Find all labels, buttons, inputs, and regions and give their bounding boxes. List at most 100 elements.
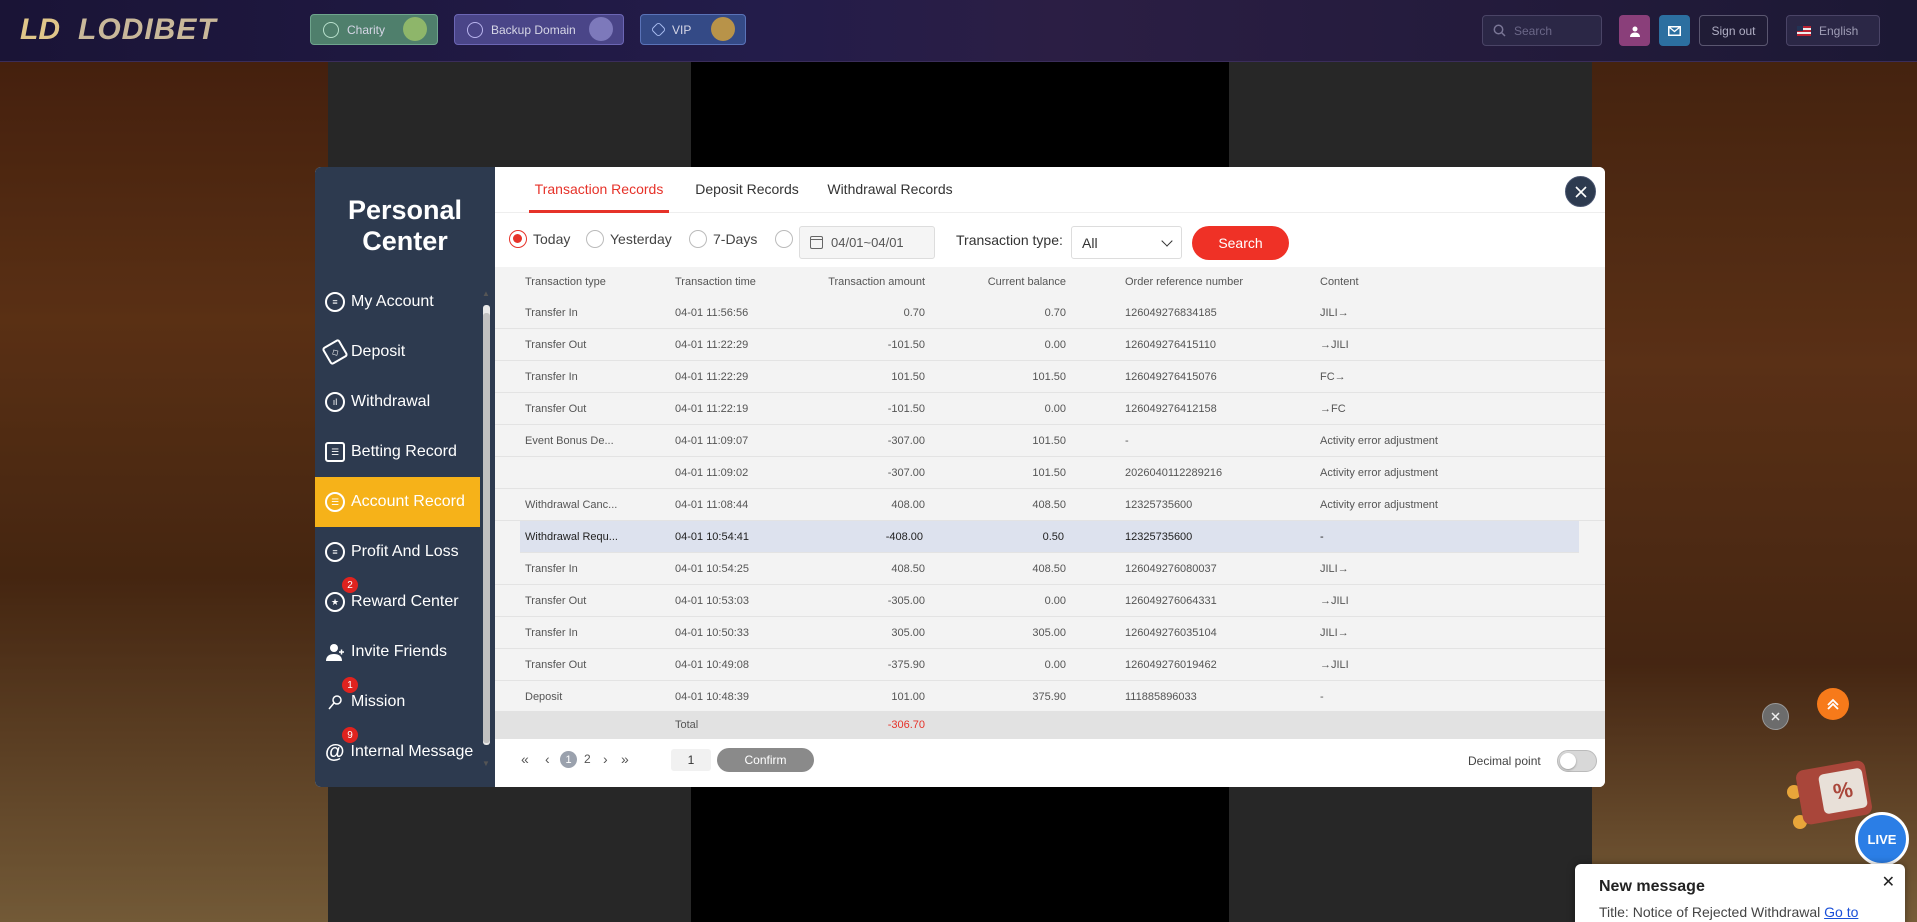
scroll-to-top-button[interactable]	[1817, 688, 1849, 720]
table-row[interactable]: Transfer Out 04-01 11:22:19 -101.50 0.00 126…	[495, 393, 1605, 425]
last-page-icon[interactable]: »	[621, 751, 629, 767]
sidebar-title: Personal Center	[315, 195, 495, 257]
radio-custom-range[interactable]	[775, 230, 793, 248]
tab-withdrawal-records[interactable]: Withdrawal Records	[825, 167, 955, 213]
sidebar-item-profit-and-loss[interactable]: ≡ Profit And Loss	[315, 527, 480, 577]
table-row[interactable]: Transfer In 04-01 11:56:56 0.70 0.70 1260492…	[495, 297, 1605, 329]
withdrawal-icon: ıl	[325, 392, 345, 412]
date-range-picker[interactable]: 04/01~04/01	[799, 226, 935, 259]
table-row[interactable]: Withdrawal Requ... 04-01 10:54:41 -408.00 0…	[520, 521, 1579, 553]
table-row[interactable]: Event Bonus De... 04-01 11:09:07 -307.00 10…	[495, 425, 1605, 457]
cell-transaction-type: Transfer In	[525, 563, 578, 575]
table-row[interactable]: Transfer In 04-01 10:54:25 408.50 408.50 126…	[495, 553, 1605, 585]
records-panel: Transaction Records Deposit Records With…	[495, 167, 1605, 787]
cell-transaction-type: Transfer In	[525, 627, 578, 639]
table-row[interactable]: Transfer Out 04-01 11:22:29 -101.50 0.00 126…	[495, 329, 1605, 361]
scroll-down-arrow-icon[interactable]: ▼	[481, 759, 491, 769]
cell-transaction-time: 04-01 10:54:25	[675, 563, 750, 575]
cell-transaction-time: 04-01 10:48:39	[675, 691, 750, 703]
sidebar-item-betting-record[interactable]: ☰ Betting Record	[315, 427, 480, 477]
transaction-type-select[interactable]: All	[1071, 226, 1182, 259]
tab-transaction-records[interactable]: Transaction Records	[529, 167, 669, 213]
cell-transaction-type: Transfer Out	[525, 339, 587, 351]
sidebar-item-my-account[interactable]: ≡ My Account	[315, 277, 480, 327]
table-row[interactable]: 04-01 11:09:02 -307.00 101.50 2026040112289…	[495, 457, 1605, 489]
sidebar-item-reward-center[interactable]: 2 ★ Reward Center	[315, 577, 480, 627]
table-row[interactable]: Transfer In 04-01 11:22:29 101.50 101.50 126…	[495, 361, 1605, 393]
table-row[interactable]: Withdrawal Canc... 04-01 11:08:44 408.00 40…	[495, 489, 1605, 521]
vip-button[interactable]: VIP	[640, 14, 746, 45]
close-promo-button[interactable]	[1762, 703, 1789, 730]
table-row[interactable]: Transfer In 04-01 10:50:33 305.00 305.00 126…	[495, 617, 1605, 649]
next-page-icon[interactable]: ›	[603, 751, 608, 767]
sidebar-item-mission[interactable]: 1 Mission	[315, 677, 480, 727]
table-row[interactable]: Deposit 04-01 10:48:39 101.00 375.90 1118858…	[495, 681, 1605, 713]
confirm-page-button[interactable]: Confirm	[717, 748, 814, 772]
cell-transaction-type: Event Bonus De...	[525, 435, 614, 447]
language-selector[interactable]: English	[1786, 15, 1880, 46]
sidebar-menu: ≡ My Account ◇ Deposit ıl Withdrawal ☰ B…	[315, 277, 480, 777]
cell-transaction-amount: -375.90	[887, 659, 925, 671]
first-page-icon[interactable]: «	[521, 751, 529, 767]
sidebar-scrollbar[interactable]: ▲ ▼	[481, 289, 491, 769]
cell-transaction-amount: 101.00	[891, 691, 925, 703]
reward-badge: 2	[342, 577, 358, 593]
prev-page-icon[interactable]: ‹	[545, 751, 550, 767]
cell-current-balance: 408.50	[1032, 563, 1066, 575]
radio-today[interactable]: Today	[509, 230, 570, 248]
sidebar-item-deposit[interactable]: ◇ Deposit	[315, 327, 480, 377]
cell-content: Activity error adjustment	[1320, 435, 1438, 447]
records-tabs: Transaction Records Deposit Records With…	[495, 167, 1605, 213]
decimal-point-toggle[interactable]	[1557, 750, 1597, 772]
transaction-type-value: All	[1082, 234, 1098, 251]
backup-domain-button[interactable]: Backup Domain	[454, 14, 624, 45]
cell-transaction-time: 04-01 11:56:56	[675, 307, 749, 319]
sidebar-item-internal-message[interactable]: 9 @ Internal Message	[315, 727, 480, 777]
message-link[interactable]: Go to	[1824, 904, 1858, 920]
search-input[interactable]: Search	[1482, 15, 1602, 46]
sidebar-item-label: Reward Center	[351, 593, 459, 610]
live-chat-button[interactable]: LIVE	[1855, 812, 1909, 866]
personal-center-modal: Personal Center ≡ My Account ◇ Deposit ı…	[315, 167, 1605, 787]
sidebar-item-withdrawal[interactable]: ıl Withdrawal	[315, 377, 480, 427]
scroll-up-arrow-icon[interactable]: ▲	[481, 289, 491, 299]
cell-current-balance: 101.50	[1032, 467, 1066, 479]
cell-order-reference: 126049276019462	[1125, 659, 1217, 671]
page-number[interactable]: 2	[584, 752, 591, 766]
table-header: Transaction type Transaction time Transa…	[495, 267, 1605, 297]
scroll-thumb[interactable]	[483, 313, 490, 743]
close-modal-button[interactable]	[1565, 176, 1596, 207]
filter-bar: Today Yesterday 7-Days 04/01~04/01 Trans…	[495, 214, 1605, 266]
decimal-point-label: Decimal point	[1468, 754, 1541, 768]
logo-mark-icon: LD	[20, 13, 60, 46]
logo[interactable]: LD LODIBET	[20, 12, 217, 48]
page-number-current[interactable]: 1	[560, 751, 577, 768]
radio-7-days[interactable]: 7-Days	[689, 230, 757, 248]
chevron-down-icon	[1161, 234, 1173, 247]
tab-deposit-records[interactable]: Deposit Records	[691, 167, 803, 213]
rocket-icon	[467, 21, 483, 38]
table-row[interactable]: Transfer Out 04-01 10:53:03 -305.00 0.00 126…	[495, 585, 1605, 617]
charity-button[interactable]: Charity	[310, 14, 438, 45]
user-profile-button[interactable]	[1619, 15, 1650, 46]
date-range-value: 04/01~04/01	[831, 235, 904, 250]
page-jump-input[interactable]: 1	[671, 749, 711, 771]
cell-transaction-time: 04-01 11:08:44	[675, 499, 749, 511]
total-value: -306.70	[887, 719, 925, 731]
close-message-icon[interactable]: ✕	[1882, 872, 1895, 892]
cell-transaction-amount: -101.50	[887, 403, 925, 415]
sign-out-button[interactable]: Sign out	[1699, 15, 1768, 46]
sidebar-item-invite-friends[interactable]: Invite Friends	[315, 627, 480, 677]
table-row[interactable]: Transfer Out 04-01 10:49:08 -375.90 0.00 126…	[495, 649, 1605, 681]
cell-transaction-amount: -305.00	[887, 595, 925, 607]
column-header: Transaction type	[525, 276, 606, 288]
heart-icon	[323, 21, 339, 38]
message-title: New message	[1599, 878, 1705, 895]
mail-button[interactable]	[1659, 15, 1690, 46]
search-button[interactable]: Search	[1192, 226, 1289, 260]
deposit-icon: ◇	[321, 338, 349, 366]
sidebar-item-account-record[interactable]: ☰ Account Record	[315, 477, 480, 527]
cell-content: →FC	[1320, 403, 1346, 415]
radio-yesterday[interactable]: Yesterday	[586, 230, 672, 248]
cell-transaction-time: 04-01 11:22:19	[675, 403, 749, 415]
